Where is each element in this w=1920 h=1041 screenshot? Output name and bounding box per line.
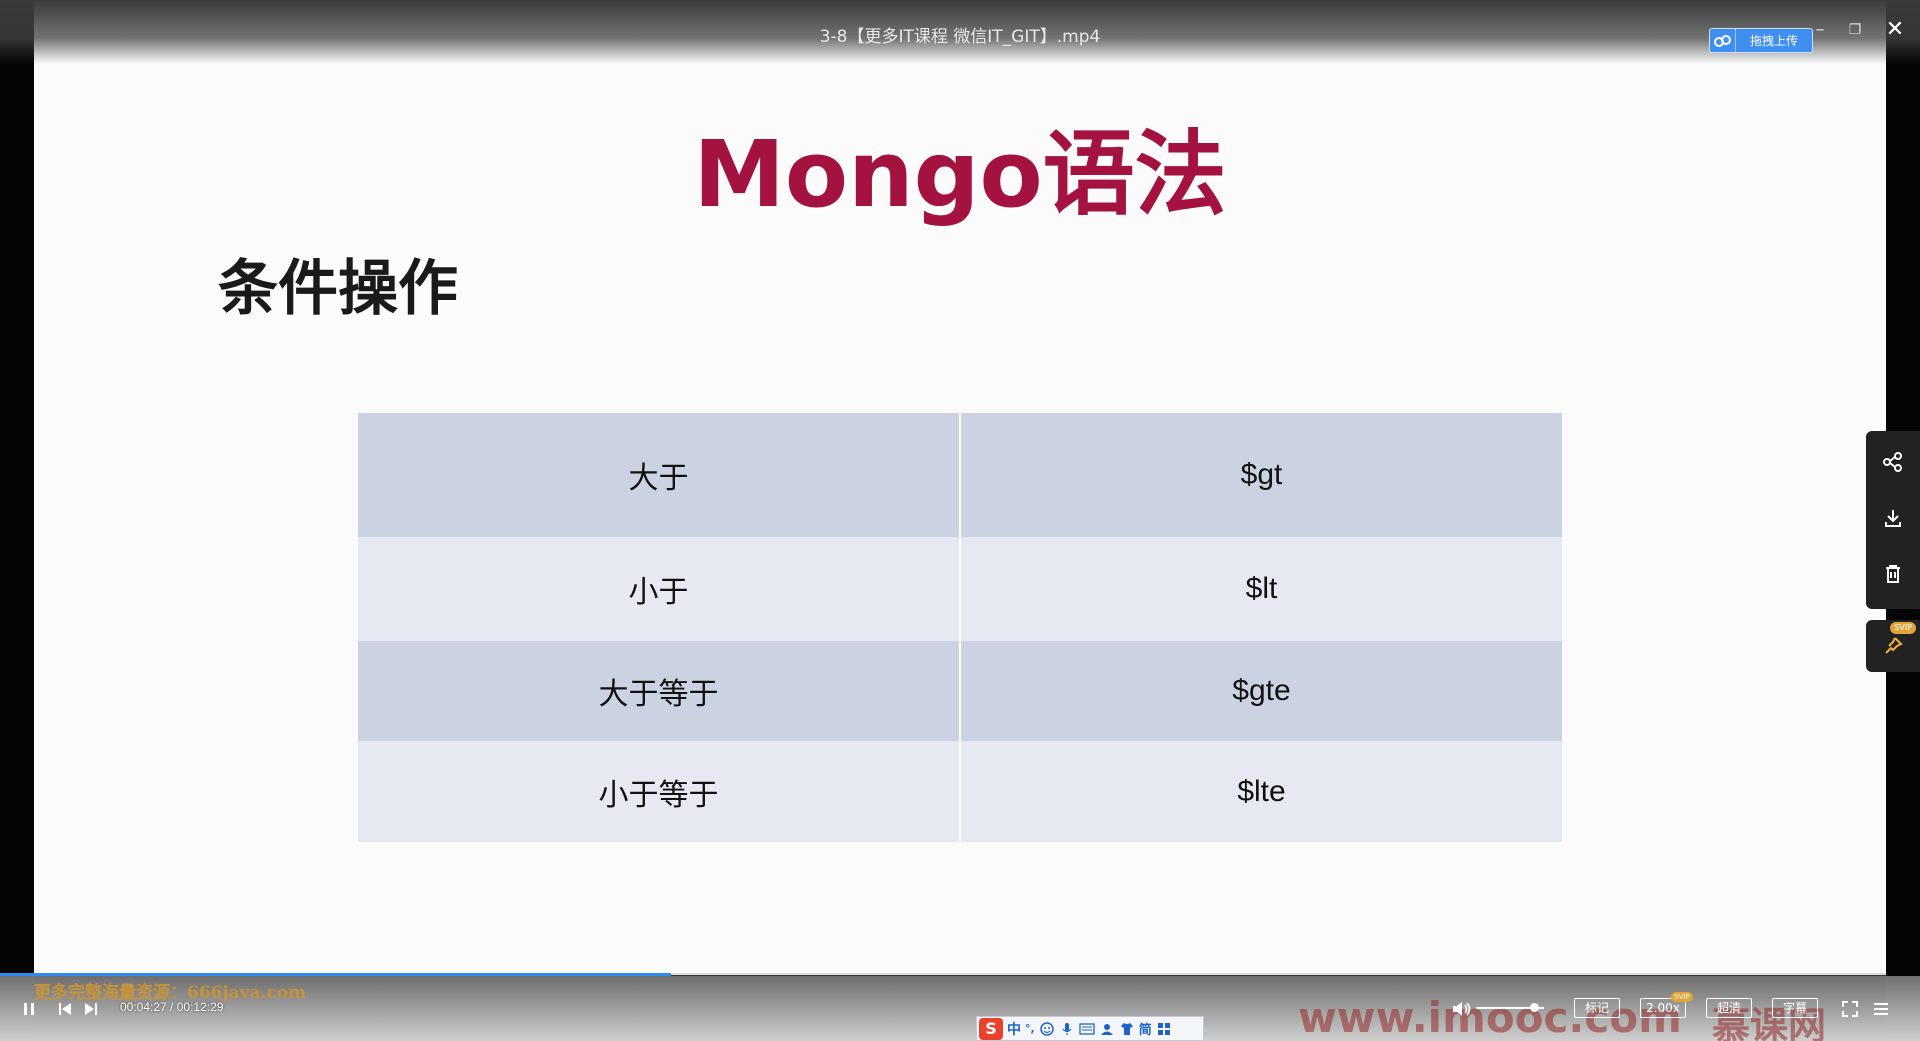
user-icon[interactable] bbox=[1099, 1021, 1115, 1037]
table-cell-name: 大于等于 bbox=[358, 641, 961, 741]
quality-button[interactable]: 超清 bbox=[1706, 998, 1752, 1018]
download-icon bbox=[1885, 510, 1901, 527]
pause-icon bbox=[24, 1003, 34, 1015]
close-button[interactable]: ✕ bbox=[1883, 18, 1907, 42]
title-bar: 3-8【更多IT课程 微信IT_GIT】.mp4 拖拽上传 – ❐ ✕ bbox=[0, 0, 1920, 64]
skin-shirt-icon[interactable] bbox=[1119, 1021, 1135, 1037]
delete-icon bbox=[1886, 565, 1900, 583]
table-cell-operator: $gt bbox=[960, 413, 1562, 537]
playlist-icon bbox=[1874, 1003, 1888, 1015]
upload-button[interactable]: 拖拽上传 bbox=[1709, 28, 1813, 53]
slide-title: Mongo语法 bbox=[693, 121, 1227, 228]
toolbox-grid-icon[interactable] bbox=[1156, 1021, 1172, 1037]
previous-icon bbox=[59, 1003, 71, 1015]
table-cell-operator: $lt bbox=[960, 537, 1562, 641]
mark-button[interactable]: 标记 bbox=[1574, 998, 1620, 1018]
table-cell-name: 小于等于 bbox=[358, 741, 961, 842]
download-button[interactable] bbox=[1866, 493, 1920, 543]
delete-button[interactable] bbox=[1866, 549, 1920, 599]
side-action-panel bbox=[1866, 431, 1920, 609]
share-button[interactable] bbox=[1866, 437, 1920, 487]
progress-bar[interactable] bbox=[0, 973, 1886, 976]
pause-button[interactable] bbox=[18, 998, 40, 1020]
table-cell-operator: $gte bbox=[960, 641, 1562, 741]
ime-mode-toggle[interactable]: 中 bbox=[1007, 1019, 1021, 1039]
table-row: 小于等于 $lte bbox=[358, 741, 1562, 842]
volume-knob[interactable] bbox=[1529, 1003, 1539, 1012]
next-button[interactable] bbox=[80, 998, 102, 1020]
table-row: 小于 $lt bbox=[358, 537, 1562, 641]
speed-svip-badge: SVIP bbox=[1671, 992, 1693, 1002]
time-display: 00:04:27 / 00:12:29 bbox=[120, 1000, 224, 1014]
ime-punct-toggle[interactable]: °, bbox=[1025, 1022, 1035, 1035]
restore-button[interactable]: ❐ bbox=[1843, 18, 1867, 42]
share-icon bbox=[1883, 452, 1902, 472]
cloud-icon bbox=[1710, 29, 1736, 52]
upload-label: 拖拽上传 bbox=[1749, 34, 1798, 48]
minimize-button[interactable]: – bbox=[1808, 18, 1832, 42]
next-icon bbox=[85, 1003, 97, 1015]
sogou-logo-icon[interactable]: S bbox=[979, 1017, 1003, 1040]
pin-icon bbox=[1885, 637, 1903, 654]
volume-button[interactable] bbox=[1450, 998, 1474, 1020]
table-cell-name: 大于 bbox=[358, 413, 961, 537]
fullscreen-button[interactable] bbox=[1838, 998, 1862, 1020]
subtitle-button[interactable]: 字幕 bbox=[1772, 998, 1818, 1018]
playlist-button[interactable] bbox=[1870, 998, 1892, 1020]
keyboard-icon[interactable] bbox=[1079, 1021, 1095, 1037]
progress-fill bbox=[0, 973, 672, 976]
table-row: 大于等于 $gte bbox=[358, 641, 1562, 741]
window-title: 3-8【更多IT课程 微信IT_GIT】.mp4 bbox=[819, 27, 1101, 47]
site-watermark: www.imooc.com bbox=[1298, 993, 1682, 1041]
pin-button[interactable]: SVIP bbox=[1866, 620, 1920, 672]
svip-badge: SVIP bbox=[1890, 622, 1916, 634]
table-cell-operator: $lte bbox=[960, 741, 1562, 842]
ime-script-toggle[interactable]: 简 bbox=[1139, 1019, 1152, 1038]
fullscreen-icon bbox=[1842, 1001, 1858, 1017]
section-title: 条件操作 bbox=[218, 254, 458, 324]
ime-toolbar: S 中 °, 简 bbox=[976, 1016, 1204, 1041]
previous-button[interactable] bbox=[54, 998, 76, 1020]
operator-table: 大于 $gt 小于 $lt 大于等于 $gte 小于等于 $lte bbox=[358, 413, 1562, 842]
volume-icon bbox=[1453, 1002, 1471, 1016]
table-row: 大于 $gt bbox=[358, 413, 1562, 537]
table-cell-name: 小于 bbox=[358, 537, 961, 641]
emoji-icon[interactable] bbox=[1039, 1021, 1055, 1037]
microphone-icon[interactable] bbox=[1059, 1021, 1075, 1037]
